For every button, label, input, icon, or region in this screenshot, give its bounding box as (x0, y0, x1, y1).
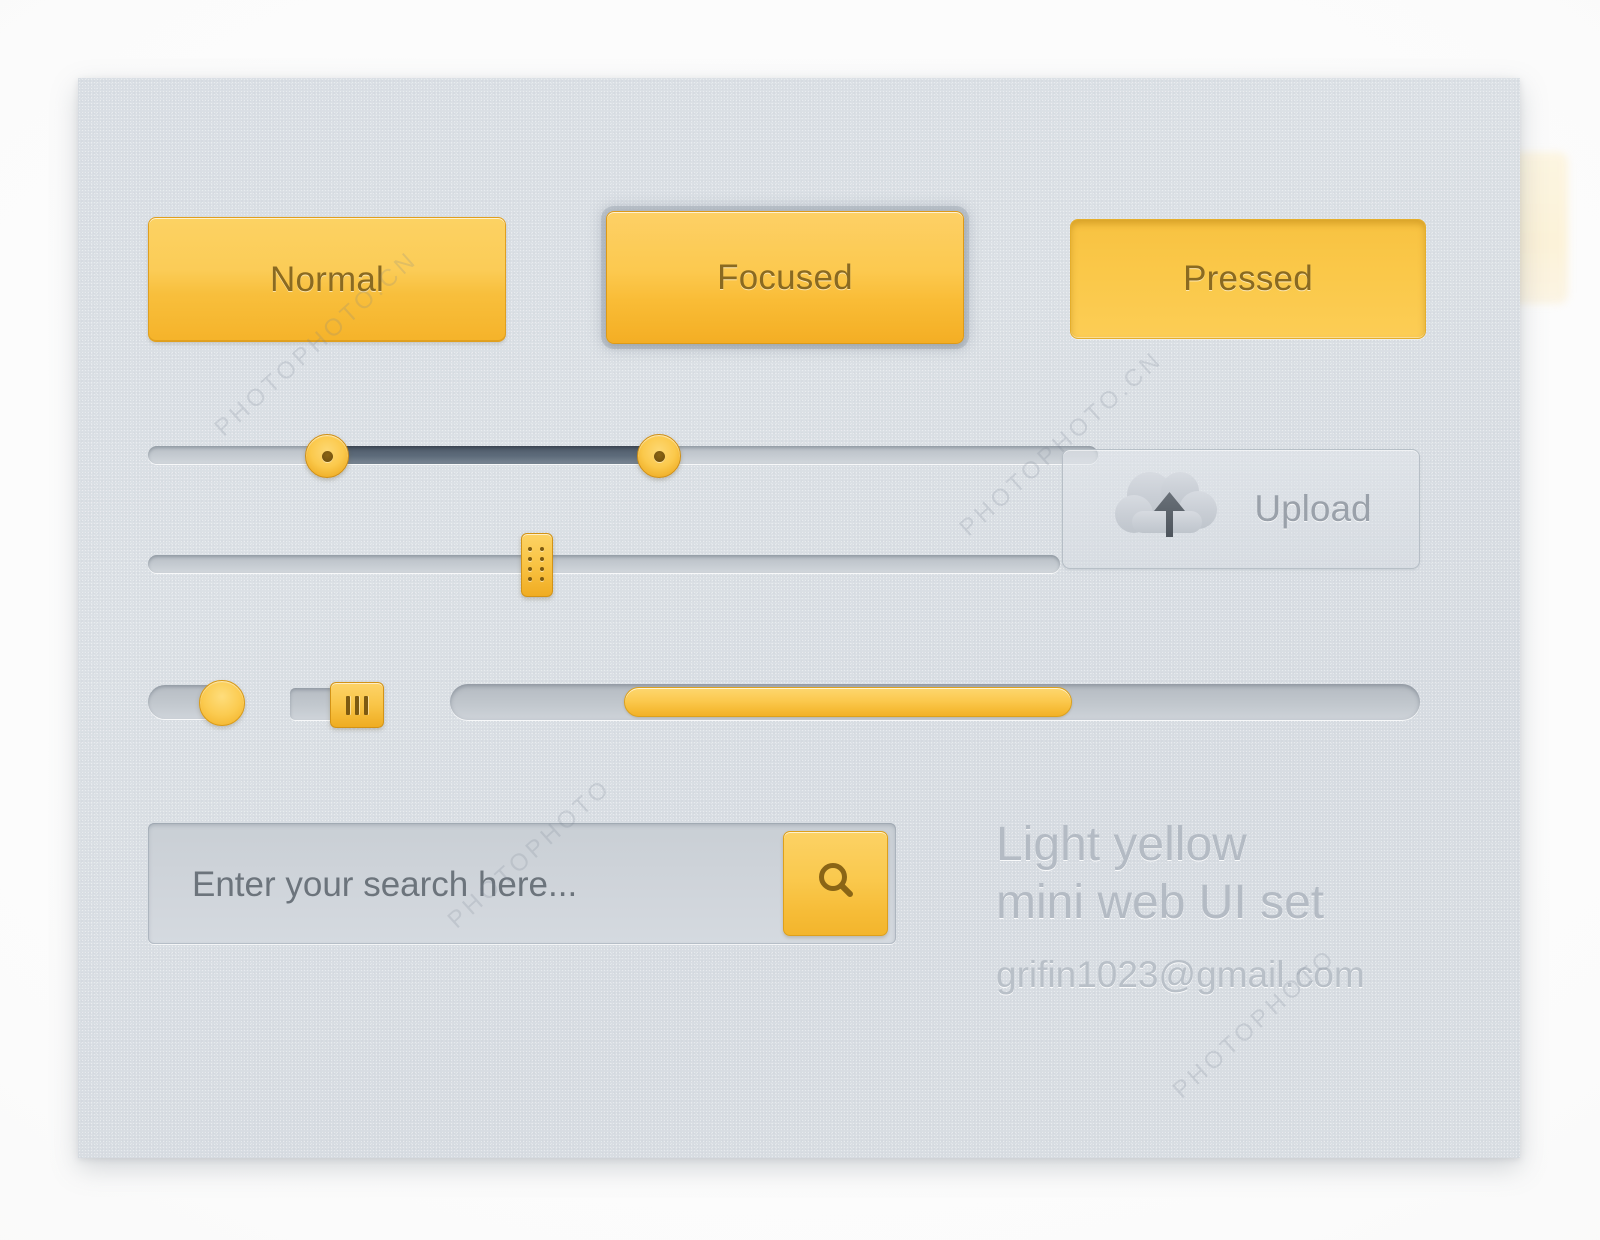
kit-title-line2: mini web UI set (996, 876, 1325, 929)
upload-label: Upload (1254, 488, 1372, 529)
grip-dot (540, 547, 544, 551)
search-icon (813, 858, 859, 909)
kit-title-line1: Light yellow (996, 818, 1247, 871)
cloud-upload-icon (1110, 467, 1228, 552)
grip-slider-track[interactable] (148, 555, 1060, 573)
range-slider-handle-high[interactable] (637, 434, 681, 478)
range-slider-fill (322, 446, 654, 464)
grip-slider-handle[interactable] (521, 533, 553, 597)
round-toggle-switch[interactable] (148, 680, 245, 726)
square-toggle-switch[interactable] (290, 682, 384, 728)
grip-slider[interactable] (148, 533, 1060, 597)
grip-dot (528, 577, 532, 581)
focused-button[interactable]: Focused (606, 211, 964, 344)
grip-dot (528, 557, 532, 561)
search-button[interactable] (783, 831, 888, 936)
square-toggle-knob[interactable] (330, 682, 384, 728)
grip-dot (540, 567, 544, 571)
range-slider[interactable] (148, 434, 1098, 478)
progress-bar (450, 684, 1420, 720)
range-slider-handle-low[interactable] (305, 434, 349, 478)
grip-bar (355, 695, 359, 715)
progress-bar-fill (624, 687, 1072, 717)
grip-dot (540, 557, 544, 561)
title-block: Light yellow mini web UI set grifin1023@… (996, 816, 1496, 996)
normal-button[interactable]: Normal (148, 217, 506, 342)
round-toggle-knob[interactable] (199, 680, 245, 726)
search-input[interactable] (190, 823, 824, 946)
search-field[interactable] (148, 823, 896, 946)
grip-dot (528, 547, 532, 551)
upload-button[interactable]: Upload (1062, 449, 1420, 569)
pressed-button[interactable]: Pressed (1070, 219, 1426, 339)
grip-bar (364, 695, 368, 715)
ui-kit-panel: Normal Focused Pressed Upload Enter your… (78, 78, 1520, 1158)
grip-dot (540, 577, 544, 581)
grip-dot (528, 567, 532, 571)
grip-bar (346, 695, 350, 715)
kit-author-email: grifin1023@gmail.com (996, 954, 1365, 995)
